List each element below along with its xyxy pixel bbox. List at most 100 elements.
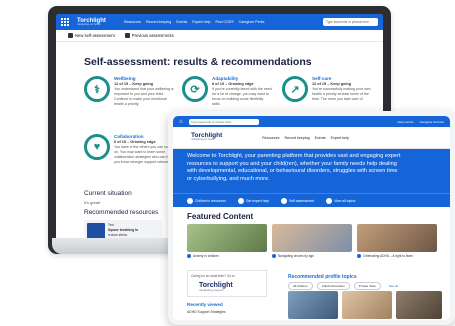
action-label: View all topics <box>334 198 356 203</box>
laptop-main-menu: Resources Record keeping Events Expert h… <box>124 20 265 24</box>
featured-content-row: Anxiety in children Navigating chores by… <box>187 224 437 258</box>
refresh-icon: ⟳ <box>182 76 208 102</box>
previous-assessments-label: Previous assessments <box>131 33 174 38</box>
promo-brand-logo: Torchlight navigating support <box>199 282 263 292</box>
card-title: Collaboration <box>114 134 144 139</box>
tablet-search-input[interactable]: Type keywords or phrase here <box>189 118 259 125</box>
laptop-top-nav: Torchlight navigating our future Resourc… <box>56 14 383 30</box>
play-icon <box>187 254 191 258</box>
apps-grid-icon[interactable] <box>61 18 69 26</box>
pill-all-children[interactable]: All children <box>288 282 313 290</box>
history-icon <box>124 33 130 38</box>
menu-item-expert-help[interactable]: Expert help <box>331 136 349 140</box>
new-self-assessment-label: New self-assessment <box>75 33 115 38</box>
action-label: Children's resources <box>195 198 226 203</box>
tablet-utility-bar: ⌂ Type keywords or phrase here Help Cent… <box>173 116 450 127</box>
laptop-subnav: New self-assessment Previous assessments <box>56 30 383 42</box>
featured-image <box>272 224 352 252</box>
resource-thumbnail <box>87 223 105 239</box>
quick-actions-bar: Children's resources Get expert help Sel… <box>173 193 450 207</box>
card-score: 12 of 15 – Keep going <box>114 82 154 86</box>
brand-tagline: navigating support <box>199 288 224 292</box>
card-text: You have a few others you can count on. … <box>114 145 174 164</box>
checklist-icon <box>281 197 287 204</box>
view-all-topics-button[interactable]: View all topics <box>326 197 356 204</box>
featured-card[interactable]: Navigating chores by age <box>272 224 352 258</box>
laptop-search-input[interactable]: Type keywords or phrase here <box>323 18 378 26</box>
recommended-image[interactable] <box>288 291 338 319</box>
featured-image <box>187 224 267 252</box>
result-card-wellbeing[interactable]: ⚕ Wellbeing 12 of 15 – Keep going You un… <box>84 76 174 106</box>
recommended-image[interactable] <box>342 291 392 319</box>
card-score: 6 of 15 – Growing edge <box>114 140 156 144</box>
tablet-main-nav: Torchlight navigating our future Resourc… <box>173 127 450 149</box>
self-assessment-button[interactable]: Self-assessment <box>281 197 315 204</box>
article-icon <box>357 254 361 258</box>
trend-chart-icon: ↗ <box>282 76 308 102</box>
adult-teen-promo[interactable]: Caring for an adult teen? Go to Torchlig… <box>187 270 267 297</box>
pill-private-class[interactable]: Private class <box>353 282 381 290</box>
resource-title: Square breathing to <box>108 228 139 232</box>
menu-item-events[interactable]: Events <box>176 20 187 24</box>
action-label: Get expert help <box>245 198 269 203</box>
recommended-image[interactable] <box>396 291 442 319</box>
menu-item-resources[interactable]: Resources <box>262 136 279 140</box>
result-card-collaboration[interactable]: ♥ Collaboration 6 of 15 – Growing edge Y… <box>84 134 174 164</box>
action-label: Self-assessment <box>289 198 315 203</box>
featured-caption: Celebrating ADHD – A right to learn <box>363 254 413 258</box>
menu-item-events[interactable]: Events <box>315 136 326 140</box>
featured-caption: Anxiety in children <box>193 254 219 258</box>
tablet-brand-logo[interactable]: Torchlight navigating our future <box>191 132 222 142</box>
menu-item-expert-help[interactable]: Expert help <box>192 20 210 24</box>
current-situation-value: It's great! <box>84 200 101 205</box>
card-text: You’re successfully making your own heal… <box>312 87 371 101</box>
tablet-screen: ⌂ Type keywords or phrase here Help Cent… <box>173 116 450 320</box>
heart-icon: ♥ <box>84 134 110 160</box>
card-title: Adaptability <box>212 76 239 81</box>
tablet-menu: Resources Record keeping Events Expert h… <box>262 136 349 140</box>
recommended-topics-heading: Recommended profile topics <box>288 274 357 280</box>
menu-item-resources[interactable]: Resources <box>124 20 141 24</box>
help-centre-link[interactable]: Help Centre <box>397 120 413 124</box>
pill-childs-education[interactable]: Child's Education <box>316 282 350 290</box>
result-card-adaptability[interactable]: ⟳ Adaptability 8 of 15 – Growing edge If… <box>182 76 272 106</box>
welcome-text: Welcome to Torchlight, your parenting pl… <box>187 153 401 182</box>
home-icon[interactable]: ⌂ <box>179 119 185 125</box>
featured-caption: Navigating chores by age <box>278 254 314 258</box>
featured-content-heading: Featured Content <box>187 212 254 221</box>
menu-item-record-keeping[interactable]: Record keeping <box>284 136 309 140</box>
card-score: 12 of 15 – Keep going <box>312 82 352 86</box>
card-title: Wellbeing <box>114 76 136 81</box>
chat-icon <box>237 197 244 204</box>
featured-image <box>357 224 437 252</box>
page-title: Self-assessment: results & recommendatio… <box>84 56 312 68</box>
card-score: 8 of 15 – Growing edge <box>212 82 254 86</box>
wellbeing-icon: ⚕ <box>84 76 110 102</box>
previous-assessments-link[interactable]: Previous assessments <box>124 33 174 38</box>
brand-tagline: navigating our future <box>191 138 215 142</box>
menu-item-record-keeping[interactable]: Record keeping <box>146 20 171 24</box>
featured-card[interactable]: Celebrating ADHD – A right to learn <box>357 224 437 258</box>
recently-viewed-heading: Recently viewed <box>187 302 223 307</box>
promo-caption: Caring for an adult teen? Go to <box>191 274 235 278</box>
resource-kind: Text <box>108 223 114 227</box>
grid-icon <box>326 197 333 204</box>
see-all-link[interactable]: See all <box>385 283 402 289</box>
tablet-frame: ⌂ Type keywords or phrase here Help Cent… <box>168 111 455 325</box>
card-title: Self-care <box>312 76 332 81</box>
welcome-hero: Welcome to Torchlight, your parenting pl… <box>173 149 450 193</box>
result-card-self-care[interactable]: ↗ Self-care 12 of 15 – Keep going You’re… <box>282 76 372 102</box>
childrens-resources-button[interactable]: Children's resources <box>187 197 226 204</box>
new-self-assessment-link[interactable]: New self-assessment <box>68 33 115 38</box>
device-mockup-scene: Torchlight navigating our future Resourc… <box>0 0 455 326</box>
get-expert-help-button[interactable]: Get expert help <box>237 197 269 204</box>
topic-filter-pills: All children Child's Education Private c… <box>288 282 402 290</box>
recommended-resources-heading: Recommended resources <box>84 209 159 216</box>
menu-item-find-cges[interactable]: Find CGES <box>215 20 233 24</box>
caregiver-account-link[interactable]: Caregiver Account <box>419 120 444 124</box>
menu-item-caregiver-perks[interactable]: Caregiver Perks <box>239 20 265 24</box>
current-situation-heading: Current situation <box>84 190 132 197</box>
laptop-brand-logo[interactable]: Torchlight navigating our future <box>77 18 106 27</box>
featured-card[interactable]: Anxiety in children <box>187 224 267 258</box>
recently-viewed-item[interactable]: ADHD Support Strategies <box>187 310 226 314</box>
